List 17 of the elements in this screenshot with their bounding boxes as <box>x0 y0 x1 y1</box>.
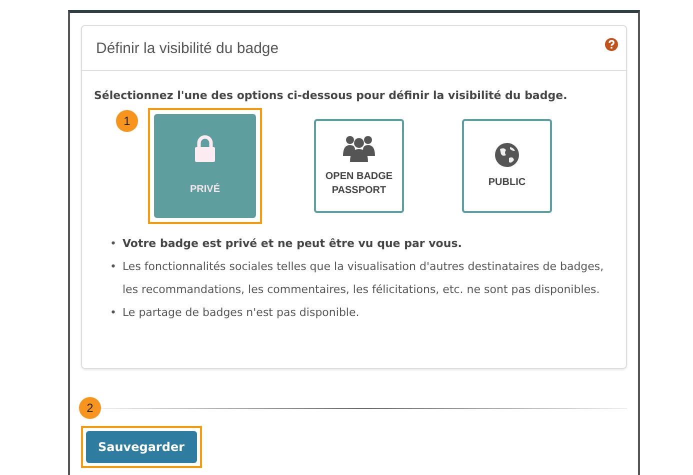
visibility-option[interactable]: OPEN BADGE PASSPORT <box>314 119 404 213</box>
lock-icon <box>194 135 216 163</box>
visibility-option[interactable]: PUBLIC <box>462 119 552 213</box>
bullet-marker: • <box>110 236 116 252</box>
people-icon <box>343 134 375 162</box>
bullet-marker: • <box>110 305 116 321</box>
info-text: Le partage de badges n'est pas disponible. <box>122 305 360 321</box>
info-text: Votre badge est privé et ne peut être vu que par vous. <box>122 236 462 252</box>
globe-icon <box>494 142 520 168</box>
info-text: Les fonctionnalités sociales telles que la visualisation d'autres destinataires de badges, les recommandations, les commentaires, les félicitations, etc. ne sont pas disponibles. <box>122 259 605 298</box>
save-button[interactable]: Sauvegarder <box>86 431 196 463</box>
bullet-marker: • <box>110 259 116 275</box>
step-marker: 1 <box>116 110 138 132</box>
help-icon[interactable] <box>605 38 618 51</box>
step-marker: 2 <box>79 397 101 419</box>
instruction-text: Sélectionnez l'une des options ci-dessous pour définir la visibilité du badge. <box>94 89 568 102</box>
panel-title: Définir la visibilité du badge <box>96 40 279 56</box>
